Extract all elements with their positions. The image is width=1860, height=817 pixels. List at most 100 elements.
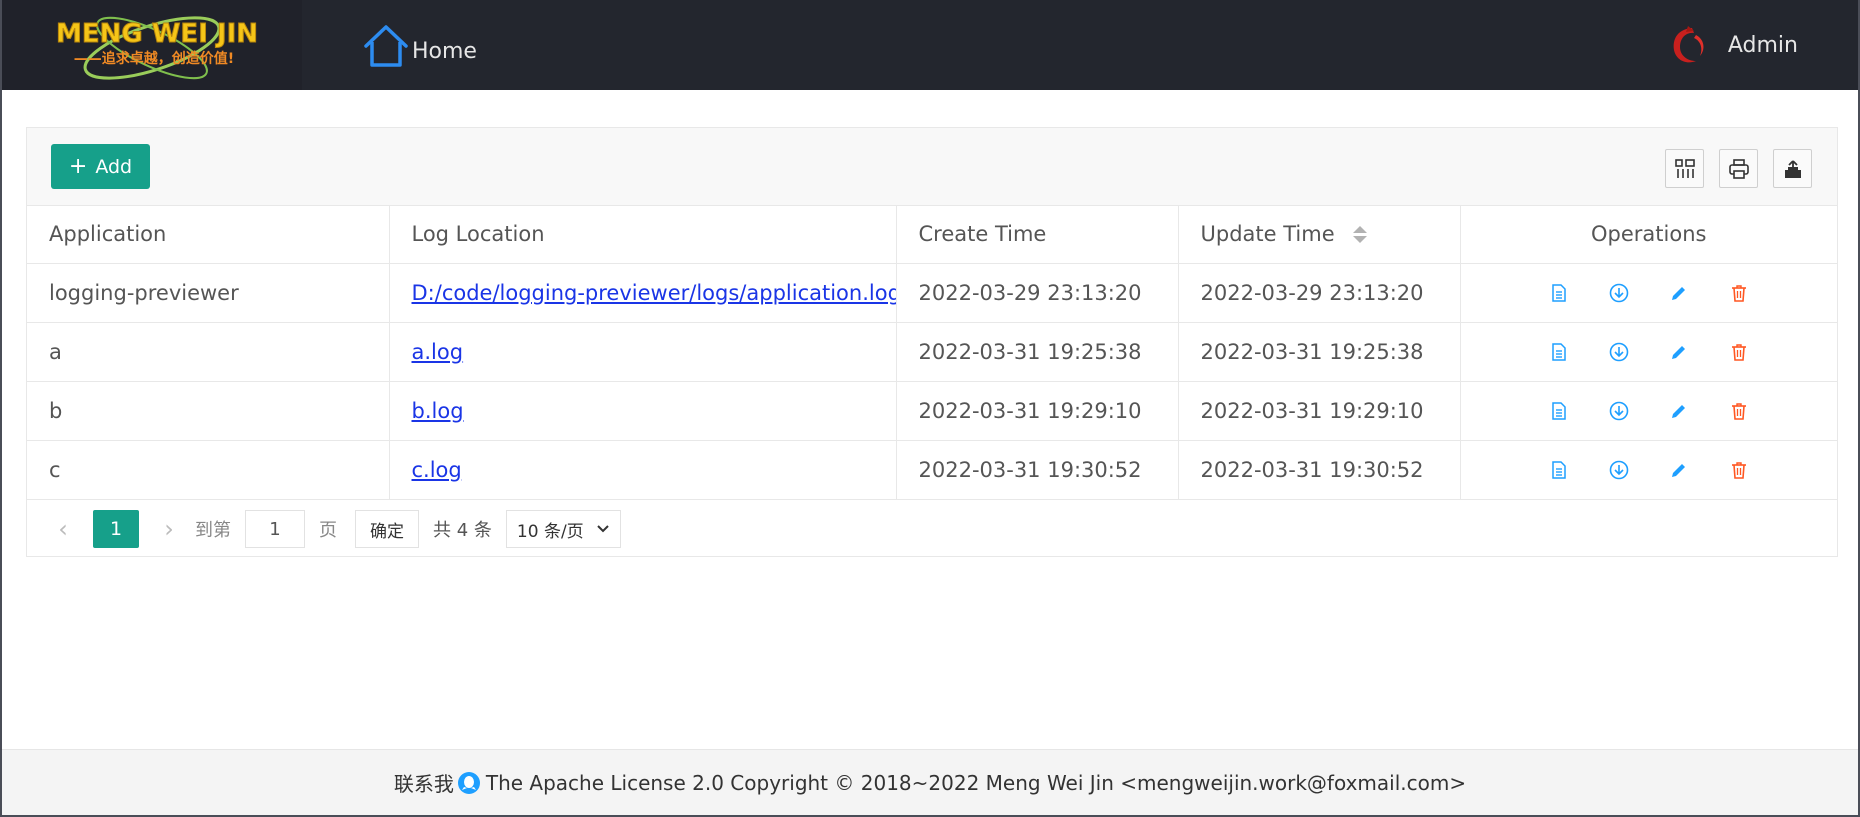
view-icon [1549,342,1569,362]
download-log-button[interactable] [1608,459,1630,481]
page-size-select[interactable]: 10 条/页 [505,510,621,548]
user-name: Admin [1727,32,1798,58]
view-icon [1549,401,1569,421]
export-button[interactable] [1773,149,1812,188]
goto-page-input[interactable] [245,510,305,548]
edit-button[interactable] [1668,459,1690,481]
update-time-label: Update Time [1200,222,1335,247]
user-avatar-icon [1673,26,1704,63]
cell-operations [1460,440,1837,500]
qq-icon[interactable] [457,771,480,794]
column-header-operations: Operations [1460,206,1837,264]
svg-text:MENG WEI JIN: MENG WEI JIN [56,19,258,49]
cell-application: a [27,322,390,382]
cell-operations [1460,263,1837,323]
add-button-label: Add [95,155,133,178]
logo-area: MENG WEI JIN ——追求卓越，创造价值! [2,0,302,90]
cell-create-time: 2022-03-31 19:30:52 [896,440,1179,500]
table-header-row: Application Log Location Create Time Upd… [27,206,1837,264]
edit-button[interactable] [1668,341,1690,363]
edit-icon [1669,342,1689,362]
footer: 联系我 The Apache License 2.0 Copyright © 2… [2,749,1858,815]
columns-filter-button[interactable] [1665,149,1704,188]
download-icon [1609,283,1629,303]
cell-application: logging-previewer [27,263,390,323]
cell-update-time: 2022-03-31 19:29:10 [1178,381,1461,441]
view-log-button[interactable] [1548,400,1570,422]
cell-log-location: D:/code/logging-previewer/logs/applicati… [389,263,897,323]
edit-button[interactable] [1668,400,1690,422]
print-button[interactable] [1719,149,1758,188]
sort-icon[interactable] [1352,225,1367,245]
view-log-button[interactable] [1548,341,1570,363]
column-header-log-location: Log Location [389,206,897,264]
add-button[interactable]: + Add [51,144,150,189]
cell-create-time: 2022-03-31 19:29:10 [896,381,1179,441]
log-location-link[interactable]: a.log [412,340,464,364]
edit-icon [1669,401,1689,421]
row-actions [1483,459,1816,481]
table-row: c c.log 2022-03-31 19:30:52 2022-03-31 19:3… [27,440,1837,500]
table-row: logging-previewer D:/code/logging-preview… [27,263,1837,323]
goto-confirm-button[interactable]: 确定 [355,510,419,548]
delete-icon [1729,342,1749,362]
row-actions [1483,341,1816,363]
brand-logo[interactable]: MENG WEI JIN ——追求卓越，创造价值! [52,6,262,86]
cell-update-time: 2022-03-29 23:13:20 [1178,263,1461,323]
download-icon [1609,401,1629,421]
edit-button[interactable] [1668,282,1690,304]
delete-icon [1729,460,1749,480]
delete-button[interactable] [1728,282,1750,304]
table-row: b b.log 2022-03-31 19:29:10 2022-03-31 19:2… [27,381,1837,441]
table-row: a a.log 2022-03-31 19:25:38 2022-03-31 19:2… [27,322,1837,382]
download-log-button[interactable] [1608,282,1630,304]
log-location-link[interactable]: b.log [412,399,464,423]
view-log-button[interactable] [1548,282,1570,304]
prev-page-icon[interactable]: ‹ [51,511,75,547]
plus-icon: + [68,153,88,179]
cell-update-time: 2022-03-31 19:30:52 [1178,440,1461,500]
cell-log-location: a.log [389,322,897,382]
cell-log-location: b.log [389,381,897,441]
cell-application: c [27,440,390,500]
delete-icon [1729,401,1749,421]
table-body: logging-previewer D:/code/logging-preview… [27,263,1837,500]
next-page-icon[interactable]: › [157,511,181,547]
cell-create-time: 2022-03-31 19:25:38 [896,322,1179,382]
svg-text:——追求卓越，创造价值!: ——追求卓越，创造价值! [74,50,234,67]
delete-button[interactable] [1728,400,1750,422]
view-log-button[interactable] [1548,459,1570,481]
cell-log-location: c.log [389,440,897,500]
total-count: 共 4 条 [433,520,492,541]
cell-operations [1460,322,1837,382]
cell-operations [1460,381,1837,441]
download-log-button[interactable] [1608,400,1630,422]
column-header-update-time[interactable]: Update Time [1178,206,1461,264]
delete-button[interactable] [1728,459,1750,481]
download-icon [1609,460,1629,480]
download-icon [1609,342,1629,362]
export-icon [1784,159,1801,178]
cell-application: b [27,381,390,441]
column-header-application: Application [27,206,390,264]
nav-home[interactable]: Home [362,22,477,68]
cell-update-time: 2022-03-31 19:25:38 [1178,322,1461,382]
view-icon [1549,460,1569,480]
table-toolbar: + Add [27,128,1837,206]
download-log-button[interactable] [1608,341,1630,363]
log-location-link[interactable]: c.log [412,458,462,482]
contact-label: 联系我 [393,772,454,796]
page-1-button[interactable]: 1 [93,510,139,548]
log-location-link[interactable]: D:/code/logging-previewer/logs/applicati… [412,281,896,305]
delete-button[interactable] [1728,341,1750,363]
goto-suffix: 页 [319,520,337,541]
cell-create-time: 2022-03-29 23:13:20 [896,263,1179,323]
footer-copyright: The Apache License 2.0 Copyright © 2018~… [485,770,1467,795]
delete-icon [1729,283,1749,303]
applications-table: Application Log Location Create Time Upd… [27,206,1837,500]
pagination: ‹ 1 › 到第 页 确定 共 4 条 10 条/页 [51,509,621,549]
user-menu[interactable]: Admin [1666,22,1798,68]
chevron-down-icon [597,525,609,533]
view-icon [1549,283,1569,303]
applications-card: + Add Application Log Location Create Ti… [26,127,1838,557]
